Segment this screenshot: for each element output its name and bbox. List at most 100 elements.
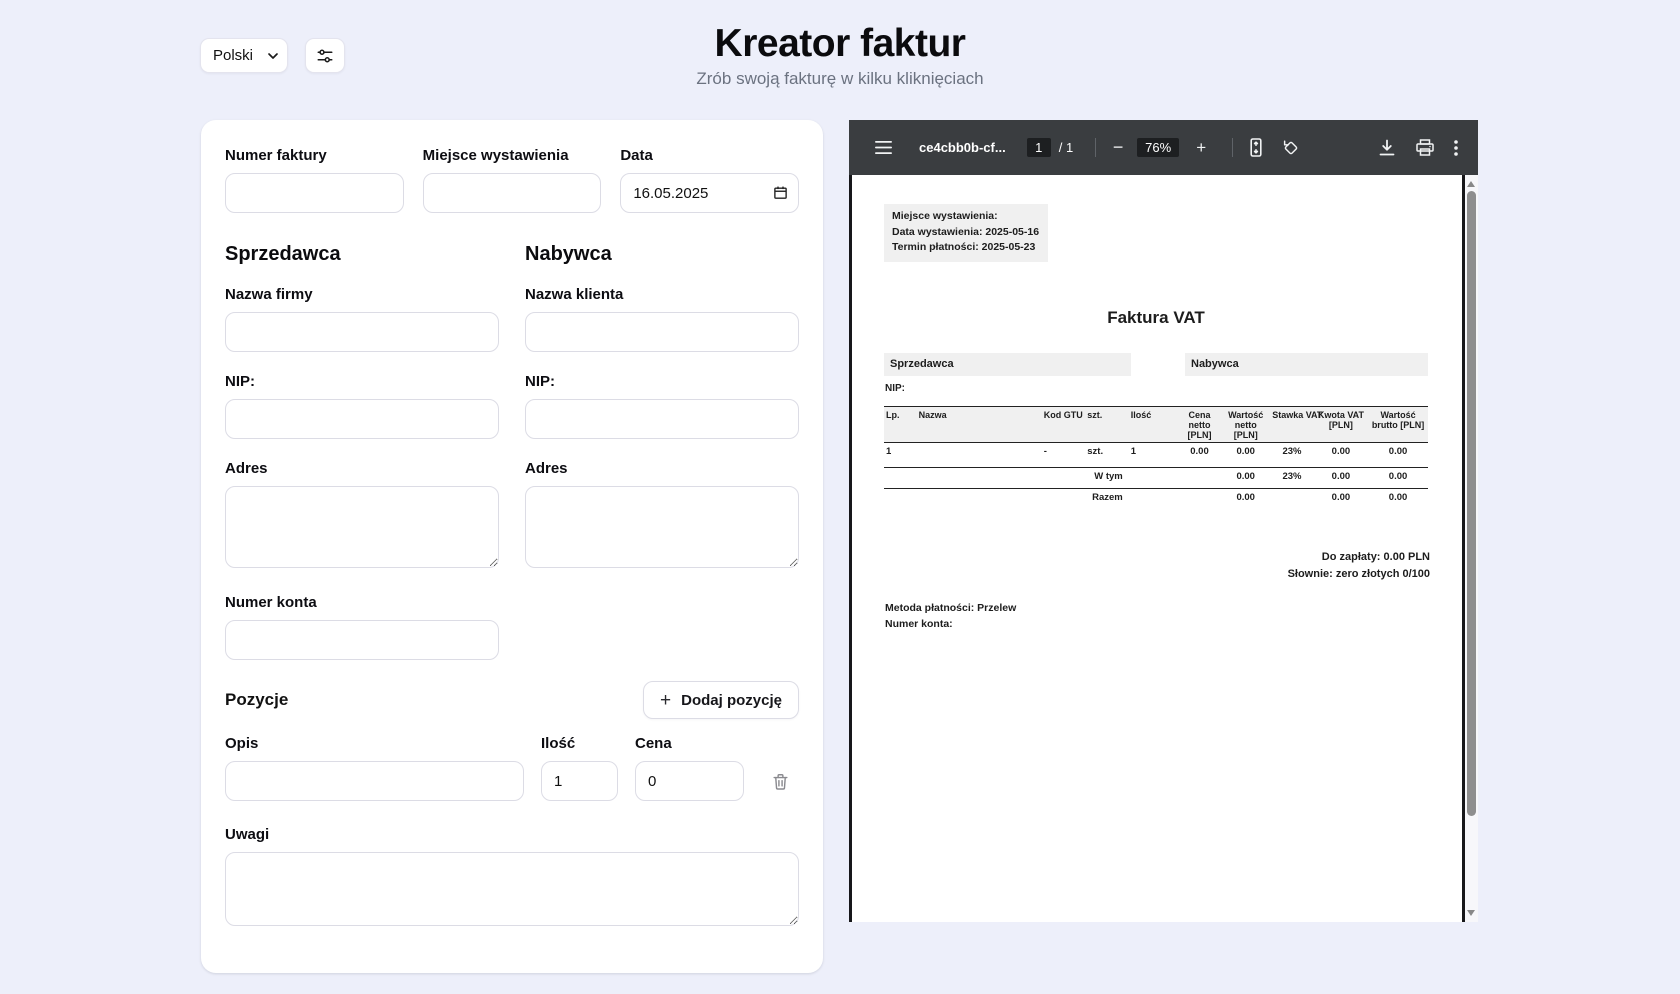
toolbar-divider-2: [1232, 138, 1233, 157]
seller-nip-label: NIP:: [225, 373, 499, 390]
buyer-address-label: Adres: [525, 460, 799, 477]
notes-textarea[interactable]: [225, 852, 799, 926]
doc-payment-method: Metoda płatności: Przelew: [885, 601, 1016, 617]
account-number-field: Numer konta: [225, 594, 499, 660]
doc-items-table: Lp. Nazwa Kod GTU szt. Ilość Cena netto …: [884, 406, 1428, 510]
seller-address-textarea[interactable]: [225, 486, 499, 568]
seller-section: Sprzedawca Nazwa firmy NIP: Adres Numer …: [225, 243, 499, 660]
delete-item-button[interactable]: [761, 761, 799, 801]
date-field: Data: [620, 147, 799, 213]
pdf-page: Miejsce wystawienia: Data wystawienia: 2…: [849, 175, 1465, 922]
items-heading: Pozycje: [225, 690, 288, 710]
menu-icon[interactable]: [875, 141, 892, 154]
doc-title: Faktura VAT: [884, 308, 1428, 328]
buyer-address-textarea[interactable]: [525, 486, 799, 568]
scrollbar-thumb[interactable]: [1467, 191, 1476, 816]
pdf-preview-panel: ce4cbb0b-cf... 1 / 1 − 76% +: [849, 120, 1478, 922]
zoom-out-button[interactable]: −: [1109, 137, 1127, 158]
buyer-section: Nabywca Nazwa klienta NIP: Adres: [525, 243, 799, 660]
seller-heading: Sprzedawca: [225, 243, 499, 266]
doc-wtym-row: W tym 0.00 23% 0.00 0.00: [884, 468, 1428, 489]
notes-field: Uwagi: [225, 826, 799, 931]
date-input[interactable]: [620, 173, 799, 213]
page-count: / 1: [1059, 140, 1073, 155]
top-controls: Polski: [200, 38, 345, 73]
invoice-number-input[interactable]: [225, 173, 404, 213]
buyer-name-input[interactable]: [525, 312, 799, 352]
item-quantity-label: Ilość: [541, 735, 618, 752]
doc-info-box: Miejsce wystawienia: Data wystawienia: 2…: [884, 204, 1048, 262]
doc-payment-due: Termin płatności: 2025-05-23: [892, 240, 1039, 256]
doc-issue-date: Data wystawienia: 2025-05-16: [892, 225, 1039, 241]
doc-buyer-header: Nabywca: [1185, 353, 1428, 376]
seller-nip-field: NIP:: [225, 373, 499, 439]
doc-seller-nip: NIP:: [885, 383, 905, 394]
page-number-input[interactable]: 1: [1027, 138, 1051, 157]
pdf-toolbar: ce4cbb0b-cf... 1 / 1 − 76% +: [849, 120, 1478, 175]
account-number-input[interactable]: [225, 620, 499, 660]
add-item-button[interactable]: + Dodaj pozycję: [643, 681, 799, 719]
buyer-nip-field: NIP:: [525, 373, 799, 439]
more-options-icon[interactable]: [1454, 140, 1458, 156]
seller-company-field: Nazwa firmy: [225, 286, 499, 352]
sliders-icon: [316, 47, 334, 65]
language-selector-wrap: Polski: [200, 38, 288, 73]
item-quantity-field: Ilość: [541, 735, 618, 801]
buyer-nip-input[interactable]: [525, 399, 799, 439]
date-label: Data: [620, 147, 799, 164]
invoice-form-card: Numer faktury Miejsce wystawienia Data: [201, 120, 823, 973]
doc-razem-row: Razem 0.00 0.00 0.00: [884, 489, 1428, 510]
issue-place-input[interactable]: [423, 173, 602, 213]
item-row: Opis Ilość Cena: [225, 735, 799, 801]
buyer-nip-label: NIP:: [525, 373, 799, 390]
seller-company-input[interactable]: [225, 312, 499, 352]
buyer-name-label: Nazwa klienta: [525, 286, 799, 303]
notes-label: Uwagi: [225, 826, 799, 843]
item-price-field: Cena: [635, 735, 744, 801]
seller-nip-input[interactable]: [225, 399, 499, 439]
seller-address-label: Adres: [225, 460, 499, 477]
item-price-input[interactable]: [635, 761, 744, 801]
doc-account-number: Numer konta:: [885, 617, 1016, 633]
issue-place-field: Miejsce wystawienia: [423, 147, 602, 213]
print-icon[interactable]: [1416, 139, 1434, 156]
invoice-number-field: Numer faktury: [225, 147, 404, 213]
seller-address-field: Adres: [225, 460, 499, 573]
scroll-up-arrow[interactable]: [1467, 181, 1475, 187]
pdf-scrollbar[interactable]: [1465, 175, 1478, 922]
fit-to-page-icon[interactable]: [1248, 138, 1264, 157]
item-description-label: Opis: [225, 735, 524, 752]
doc-amount-due: Do zapłaty: 0.00 PLN: [1288, 549, 1430, 566]
doc-amount-in-words: Słownie: zero złotych 0/100: [1288, 566, 1430, 583]
invoice-number-label: Numer faktury: [225, 147, 404, 164]
account-number-label: Numer konta: [225, 594, 499, 611]
buyer-name-field: Nazwa klienta: [525, 286, 799, 352]
rotate-icon[interactable]: [1281, 138, 1301, 158]
invoice-document: Miejsce wystawienia: Data wystawienia: 2…: [852, 175, 1462, 922]
doc-table-header-row: Lp. Nazwa Kod GTU szt. Ilość Cena netto …: [884, 407, 1428, 443]
item-description-input[interactable]: [225, 761, 524, 801]
issue-place-label: Miejsce wystawienia: [423, 147, 602, 164]
seller-company-label: Nazwa firmy: [225, 286, 499, 303]
add-item-button-label: Dodaj pozycję: [681, 692, 782, 709]
doc-payment-info: Metoda płatności: Przelew Numer konta:: [885, 601, 1016, 632]
settings-button[interactable]: [305, 38, 345, 73]
item-price-label: Cena: [635, 735, 744, 752]
zoom-level[interactable]: 76%: [1137, 138, 1179, 157]
invoice-meta-row: Numer faktury Miejsce wystawienia Data: [225, 147, 799, 213]
item-quantity-input[interactable]: [541, 761, 618, 801]
plus-icon: +: [660, 691, 671, 710]
doc-seller-header: Sprzedawca: [884, 353, 1131, 376]
buyer-address-field: Adres: [525, 460, 799, 573]
doc-item-row: 1 - szt. 1 0.00 0.00 23% 0.00 0.00: [884, 443, 1428, 468]
buyer-heading: Nabywca: [525, 243, 799, 266]
trash-icon: [771, 772, 790, 791]
scroll-down-arrow[interactable]: [1467, 910, 1475, 916]
doc-totals: Do zapłaty: 0.00 PLN Słownie: zero złoty…: [1288, 549, 1430, 582]
language-select[interactable]: Polski: [200, 38, 288, 73]
item-description-field: Opis: [225, 735, 524, 801]
pdf-filename: ce4cbb0b-cf...: [919, 140, 1006, 155]
zoom-in-button[interactable]: +: [1192, 138, 1210, 158]
doc-issue-place: Miejsce wystawienia:: [892, 209, 1039, 225]
download-icon[interactable]: [1379, 139, 1395, 156]
